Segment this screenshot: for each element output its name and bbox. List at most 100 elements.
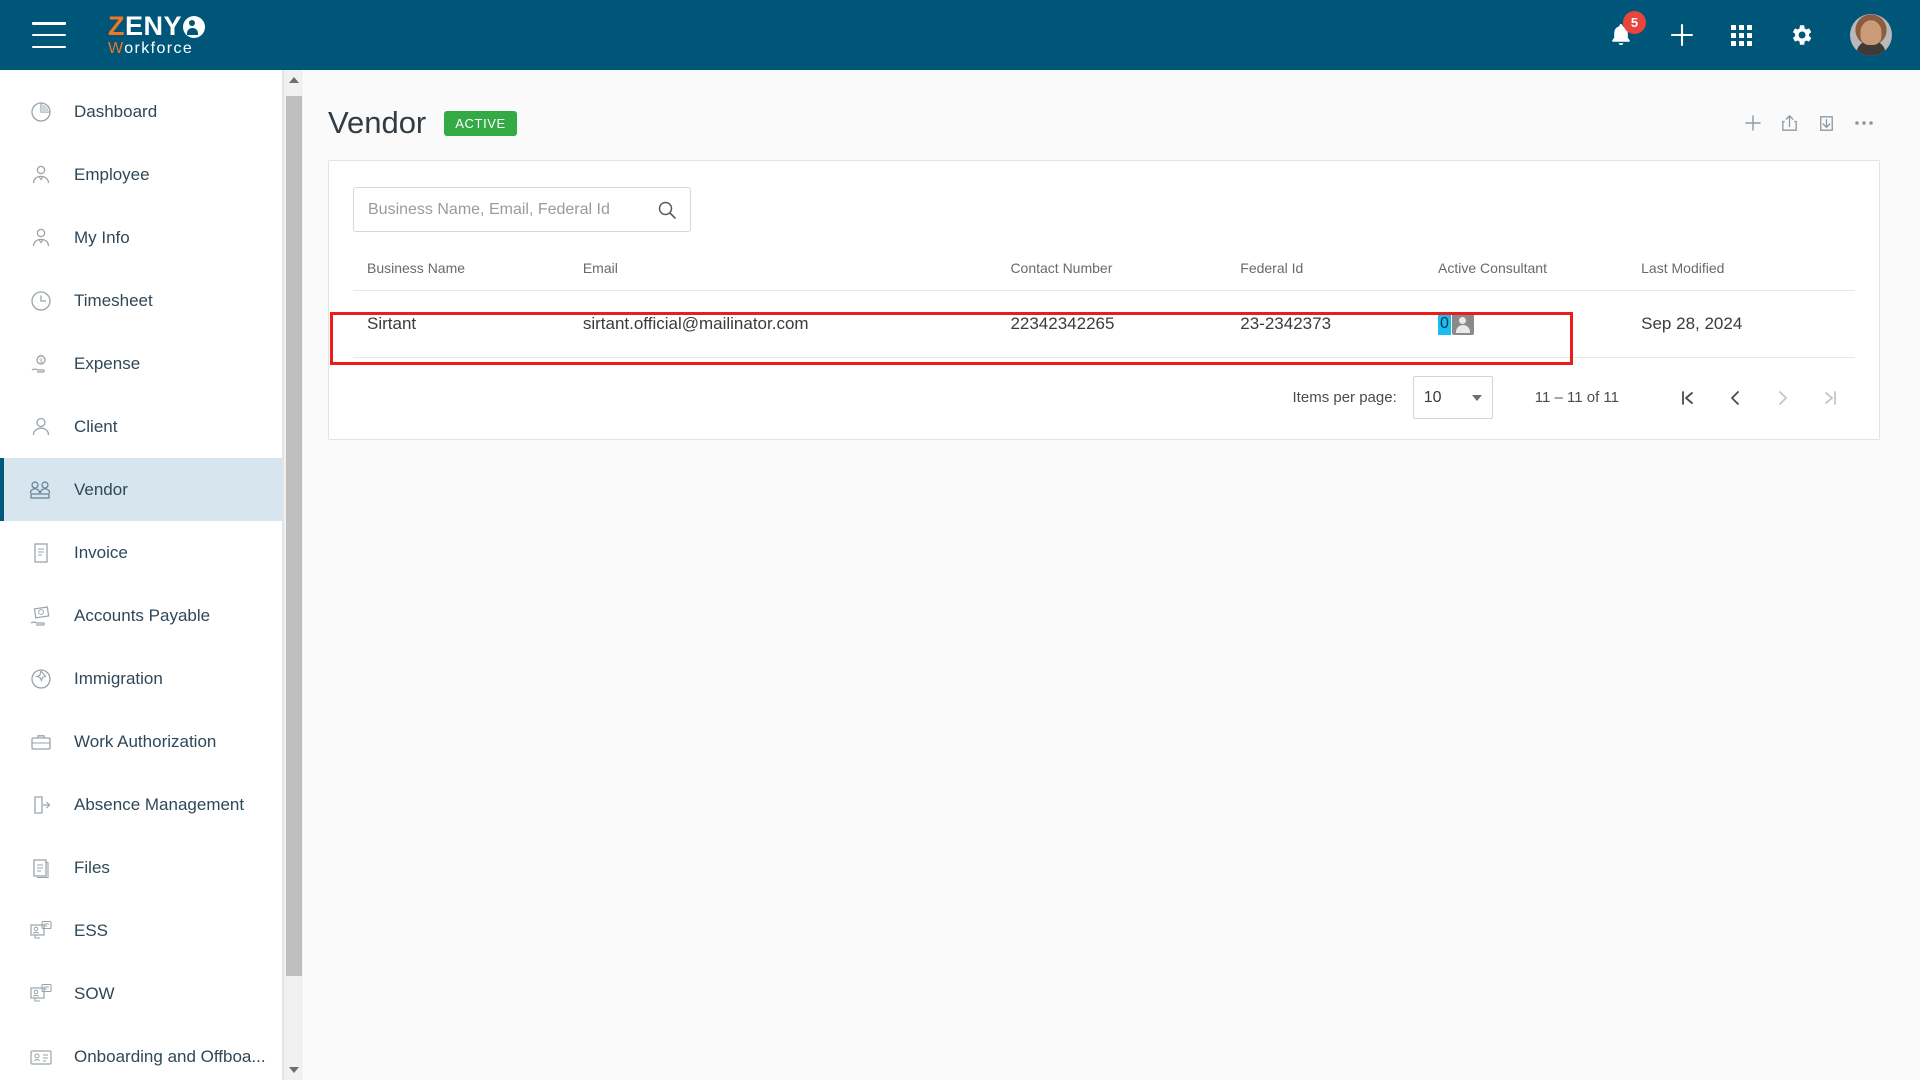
sidebar-item-my-info[interactable]: My Info [0, 206, 282, 269]
table-row[interactable]: Sirtant sirtant.official@mailinator.com … [353, 290, 1855, 358]
cell-federal-id: 23-2342373 [1240, 290, 1439, 358]
sidebar-item-absence-management[interactable]: Absence Management [0, 773, 282, 836]
clock-icon [26, 289, 56, 313]
sidebar-item-expense[interactable]: $ Expense [0, 332, 282, 395]
app-logo[interactable]: Z ENY Workforce [108, 11, 206, 57]
previous-page-button[interactable] [1711, 378, 1759, 418]
sidebar-item-client[interactable]: Client [0, 395, 282, 458]
sidebar-item-label: Work Authorization [74, 731, 217, 751]
vendor-table: Business Name Email Contact Number Feder… [353, 260, 1855, 358]
accounts-payable-icon [26, 604, 56, 628]
quick-add-button[interactable] [1669, 22, 1695, 48]
active-consultant-count: 0 [1438, 313, 1451, 335]
logo-text-z: Z [108, 11, 125, 41]
expense-hand-money-icon: $ [26, 351, 56, 377]
search-input[interactable] [368, 200, 656, 219]
cell-business-name[interactable]: Sirtant [353, 290, 583, 358]
search-icon[interactable] [656, 199, 678, 221]
status-badge: ACTIVE [444, 110, 517, 136]
column-header-email[interactable]: Email [582, 260, 1011, 291]
sidebar-scrollbar-thumb[interactable] [286, 96, 302, 976]
page-title: Vendor [328, 105, 427, 140]
column-header-contact-number[interactable]: Contact Number [1010, 260, 1241, 291]
logo-subtitle-rest: orkforce [124, 40, 194, 57]
scroll-down-arrow-icon[interactable] [284, 1060, 304, 1080]
column-header-business-name[interactable]: Business Name [353, 260, 583, 291]
pagination-range-label: 11 – 11 of 11 [1534, 389, 1619, 406]
table-header: Business Name Email Contact Number Feder… [353, 260, 1855, 291]
sidebar-item-label: Files [74, 857, 110, 877]
sidebar-item-immigration[interactable]: Immigration [0, 647, 282, 710]
plus-icon [1744, 115, 1761, 131]
table-body: Sirtant sirtant.official@mailinator.com … [353, 290, 1855, 358]
employee-icon [26, 163, 56, 187]
hamburger-menu-icon[interactable] [32, 22, 66, 48]
add-vendor-button[interactable] [1734, 105, 1771, 142]
sidebar-item-label: Dashboard [74, 101, 158, 121]
search-box[interactable] [353, 187, 691, 232]
items-per-page-value: 10 [1423, 388, 1442, 406]
id-card-icon [26, 1045, 56, 1069]
sidebar-item-label: Absence Management [74, 794, 245, 814]
column-header-last-modified[interactable]: Last Modified [1641, 260, 1855, 291]
sidebar-item-dashboard[interactable]: Dashboard [0, 80, 282, 143]
column-header-federal-id[interactable]: Federal Id [1240, 260, 1439, 291]
my-info-icon [26, 226, 56, 250]
sow-monitor-icon [26, 982, 56, 1006]
sidebar-item-label: Accounts Payable [74, 605, 211, 625]
top-app-bar: Z ENY Workforce 5 [0, 0, 1920, 70]
sidebar-item-files[interactable]: Files [0, 836, 282, 899]
main-content: Vendor ACTIVE Business Name, Email, Fede… [304, 70, 1920, 1080]
sidebar-item-label: ESS [74, 920, 109, 940]
notifications-button[interactable]: 5 [1609, 11, 1646, 48]
sidebar-item-sow[interactable]: SOW [0, 962, 282, 1025]
sidebar-item-label: Vendor [74, 479, 128, 499]
logo-subtitle: Workforce [108, 41, 205, 57]
page-header-actions [1734, 105, 1882, 142]
sidebar-scrollbar[interactable] [283, 70, 303, 1080]
settings-button[interactable] [1788, 22, 1814, 48]
gear-icon [1792, 25, 1812, 45]
avatar[interactable] [1850, 14, 1892, 56]
invoice-icon [26, 541, 56, 565]
items-per-page-label: Items per page: [1292, 389, 1397, 406]
sidebar-item-employee[interactable]: Employee [0, 143, 282, 206]
last-page-icon [1825, 390, 1836, 405]
sidebar-item-work-authorization[interactable]: Work Authorization [0, 710, 282, 773]
items-per-page-select[interactable]: 10 [1412, 376, 1493, 419]
next-page-button [1759, 378, 1807, 418]
page-header: Vendor ACTIVE [304, 70, 1920, 148]
more-options-button[interactable] [1845, 105, 1882, 142]
scroll-up-arrow-icon[interactable] [284, 70, 304, 90]
table-paginator: Items per page: 10 11 – 11 of 11 [353, 358, 1855, 419]
sidebar-item-onboarding-and-offboarding[interactable]: Onboarding and Offboa... [0, 1025, 282, 1080]
files-icon [26, 856, 56, 880]
sidebar-item-label: Onboarding and Offboa... [74, 1046, 266, 1066]
sidebar-navigation: Dashboard Employee My Info Timesheet $ E… [0, 70, 283, 1080]
notification-badge: 5 [1623, 11, 1646, 34]
first-page-icon [1682, 390, 1693, 405]
person-icon [26, 415, 56, 439]
active-consultant-group[interactable]: 0 [1438, 313, 1641, 335]
plus-icon [1670, 23, 1694, 47]
sidebar-item-label: Client [74, 416, 118, 436]
vendor-card: Business Name Email Contact Number Feder… [328, 160, 1880, 440]
door-exit-icon [26, 793, 56, 817]
sidebar-item-accounts-payable[interactable]: Accounts Payable [0, 584, 282, 647]
export-button[interactable] [1771, 105, 1808, 142]
cell-active-consultant[interactable]: 0 [1438, 290, 1642, 358]
sidebar-item-invoice[interactable]: Invoice [0, 521, 282, 584]
briefcase-icon [26, 730, 56, 754]
upload-share-icon [1782, 114, 1797, 131]
cell-email: sirtant.official@mailinator.com [582, 290, 1011, 358]
sidebar-item-timesheet[interactable]: Timesheet [0, 269, 282, 332]
sidebar-item-label: Timesheet [74, 290, 153, 310]
first-page-button[interactable] [1663, 378, 1711, 418]
import-button[interactable] [1808, 105, 1845, 142]
apps-button[interactable] [1731, 24, 1752, 46]
sidebar-item-vendor[interactable]: Vendor [0, 458, 282, 521]
sidebar-item-label: SOW [74, 983, 115, 1003]
sidebar-item-ess[interactable]: ESS [0, 899, 282, 962]
consultant-contact-card-icon[interactable] [1451, 313, 1474, 335]
column-header-active-consultant[interactable]: Active Consultant [1438, 260, 1642, 291]
